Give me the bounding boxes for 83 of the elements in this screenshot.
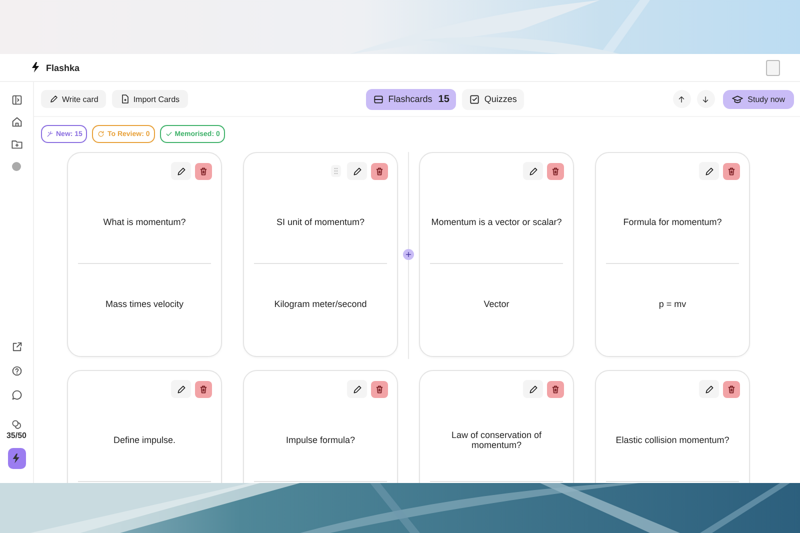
edit-button[interactable] — [699, 380, 719, 398]
delete-button[interactable] — [723, 162, 740, 180]
help-icon — [10, 365, 22, 377]
home-icon — [10, 116, 22, 128]
delete-button[interactable] — [547, 162, 564, 180]
edit-button[interactable] — [171, 162, 191, 180]
trash-icon — [374, 166, 385, 176]
graduation-cap-icon — [732, 94, 743, 104]
pencil-icon — [528, 166, 538, 176]
import-cards-button[interactable]: Import Cards — [112, 90, 188, 108]
card-answer: p = mv — [658, 299, 686, 309]
edit-button[interactable] — [171, 380, 191, 398]
flashcard[interactable]: SI unit of momentum? Kilogram meter/second — [243, 152, 398, 357]
edit-button[interactable] — [347, 380, 367, 398]
card-question: Law of conservation of momentum? — [450, 430, 543, 450]
folder-plus-icon — [10, 138, 22, 150]
flashcard[interactable]: What is momentum? Mass times velocity — [67, 152, 222, 357]
delete-button[interactable] — [195, 162, 212, 180]
trash-icon — [550, 384, 561, 394]
pencil-icon — [352, 166, 362, 176]
card-question: Formula for momentum? — [623, 216, 722, 226]
trash-icon — [374, 384, 385, 394]
credits-count: 35/50 — [6, 431, 27, 440]
card-question: Define impulse. — [113, 434, 176, 444]
card-answer: Vector — [484, 299, 510, 309]
sidebar-toggle-icon — [10, 94, 22, 106]
flashcard[interactable]: Law of conservation of momentum? — [419, 370, 574, 483]
external-link-icon — [10, 341, 22, 353]
delete-button[interactable] — [547, 380, 564, 398]
edit-button[interactable] — [523, 380, 543, 398]
coins-icon — [11, 419, 22, 430]
tab[interactable]: Flashcards 15 — [366, 88, 456, 110]
move-up-button[interactable] — [672, 90, 691, 108]
card-question: Momentum is a vector or scalar? — [431, 216, 562, 226]
pencil-icon — [352, 384, 362, 394]
app-name: Flashka — [46, 62, 80, 72]
card-answer: Kilogram meter/second — [274, 299, 367, 309]
pencil-icon — [176, 384, 186, 394]
flashcard[interactable]: Elastic collision momentum? — [595, 370, 750, 483]
trash-icon — [726, 166, 737, 176]
edit-button[interactable] — [523, 162, 543, 180]
delete-button[interactable] — [371, 380, 388, 398]
drag-handle-icon — [331, 165, 341, 177]
study-now-button[interactable]: Study now — [722, 90, 794, 108]
write-card-button[interactable]: Write card — [41, 90, 106, 108]
card-question: What is momentum? — [103, 216, 186, 226]
delete-button[interactable] — [371, 162, 388, 180]
trash-icon — [198, 384, 209, 394]
status-dot — [12, 162, 21, 171]
arrow-up-icon — [677, 94, 686, 104]
pencil-icon — [49, 94, 59, 104]
trash-icon — [726, 384, 737, 394]
add-card-button[interactable] — [403, 249, 414, 260]
flashcard[interactable]: Define impulse. — [67, 370, 222, 483]
pencil-icon — [704, 166, 714, 176]
flashcard[interactable]: Impulse formula? — [243, 370, 398, 483]
card-answer: Mass times velocity — [105, 299, 184, 309]
lightning-icon — [10, 452, 22, 464]
arrow-down-icon — [701, 94, 710, 104]
card-question: SI unit of momentum? — [276, 216, 365, 226]
pencil-icon — [176, 166, 186, 176]
lightning-button[interactable] — [8, 448, 26, 469]
checkbox-icon — [469, 94, 480, 104]
card-question: Elastic collision momentum? — [616, 434, 730, 444]
delete-button[interactable] — [723, 380, 740, 398]
card-question: Impulse formula? — [286, 434, 356, 444]
refresh-icon — [97, 130, 106, 138]
edit-button[interactable] — [699, 162, 719, 180]
pencil-icon — [528, 384, 538, 394]
document-icon — [120, 94, 130, 104]
check-icon — [164, 130, 173, 138]
flashcard[interactable]: Formula for momentum? p = mv — [595, 152, 750, 357]
trash-icon — [198, 166, 209, 176]
chat-icon — [10, 389, 22, 401]
delete-button[interactable] — [195, 380, 212, 398]
trash-icon — [550, 166, 561, 176]
edit-button[interactable] — [347, 162, 367, 180]
tab[interactable]: Quizzes — [462, 88, 524, 110]
move-down-button[interactable] — [696, 90, 715, 108]
pencil-icon — [704, 384, 714, 394]
flashcard[interactable]: Momentum is a vector or scalar? Vector — [419, 152, 574, 357]
plus-icon — [404, 250, 413, 259]
cards-icon — [373, 94, 384, 104]
